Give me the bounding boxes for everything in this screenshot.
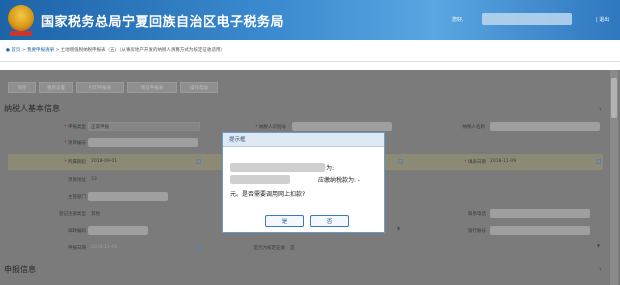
- user-greeting: 您好,: [452, 17, 464, 23]
- declare-date-value: 2018-11-09: [91, 245, 118, 250]
- phone-redacted: [490, 209, 590, 218]
- confirm-no-button[interactable]: 否: [310, 215, 349, 227]
- taxpayer-id-redacted: [292, 122, 392, 131]
- breadcrumb-current: 土地增值税纳税申报表（五）（从事房地产开发的纳税人清算方式为核定征收适用）: [60, 48, 225, 53]
- reg-type-label: 登记注册类型: [59, 212, 86, 217]
- taxpayer-name-label: 纳税人名称: [462, 125, 486, 130]
- dept-label: 主管部门: [68, 195, 86, 200]
- section-taxpayer-title: 纳税人基本信息: [4, 104, 60, 113]
- chevron-down-icon[interactable]: ∨: [599, 106, 602, 111]
- site-header: 国家税务总局宁夏回族自治区电子税务局 您好, | 退出: [0, 0, 620, 40]
- calendar-icon[interactable]: [596, 159, 601, 164]
- taxpayer-id-label: 纳税人识别号: [238, 124, 286, 130]
- preview-button[interactable]: 预览申报表: [127, 82, 177, 93]
- dept-redacted: [88, 192, 168, 201]
- period-end-value[interactable]: 2018-11-09: [490, 159, 516, 164]
- section-declare-title: 申报信息: [4, 265, 36, 274]
- page-scrollbar[interactable]: [610, 70, 618, 285]
- bank-redacted: [490, 226, 590, 235]
- user-name-redacted: [482, 13, 572, 25]
- postal-label: 邮政编码: [68, 229, 86, 234]
- reset-button[interactable]: 重新设置: [39, 82, 73, 93]
- tax-emblem-icon: [8, 5, 34, 31]
- site-title: 国家税务总局宁夏回族自治区电子税务局: [41, 15, 285, 30]
- declare-type-value: 正常申报: [91, 125, 109, 130]
- project-no-label: 项目编号: [40, 140, 86, 146]
- is-simple-label: 是否为核定征收: [253, 246, 286, 251]
- amount-redacted: [230, 175, 290, 184]
- phone-label: 联系电话: [468, 212, 486, 217]
- chevron-down-icon[interactable]: ▼: [597, 243, 600, 248]
- save-button[interactable]: 保存: [8, 82, 36, 93]
- home-icon: ●: [6, 48, 10, 53]
- project-addr-value[interactable]: 23: [91, 177, 97, 182]
- period-end-label: 填表日期: [438, 159, 486, 165]
- breadcrumb: ● 首页 > 我要申报清册 > 土地增值税纳税申报表（五）（从事房地产开发的纳税…: [0, 40, 620, 62]
- serial-number-redacted: [230, 163, 325, 172]
- declare-type-label: 申报类型: [40, 124, 86, 130]
- bank-label: 银行账号: [468, 229, 486, 234]
- help-button[interactable]: 操作帮助: [180, 82, 218, 93]
- confirm-dialog: 提示框 申报成功，当前纳税人申报凭证序号为: 应缴纳税款为: - 元。是否需要调…: [222, 132, 385, 233]
- reg-type-value[interactable]: 其他: [91, 211, 100, 217]
- period-start-value[interactable]: 2018-09-01: [91, 159, 117, 164]
- period-start-label: 所属期起: [40, 159, 86, 165]
- logout-link[interactable]: | 退出: [596, 16, 609, 23]
- confirm-yes-button[interactable]: 是: [265, 215, 304, 227]
- taxpayer-name-redacted: [490, 122, 600, 131]
- breadcrumb-home[interactable]: 首页: [11, 48, 20, 53]
- calendar-icon[interactable]: [398, 159, 403, 164]
- chevron-down-icon[interactable]: ▼: [397, 226, 400, 231]
- is-simple-value[interactable]: 是: [290, 245, 295, 251]
- declare-date-label: 申报日期: [68, 246, 86, 251]
- dialog-title: 提示框: [223, 133, 384, 147]
- project-no-redacted: [88, 138, 198, 147]
- calendar-icon[interactable]: [196, 159, 201, 164]
- print-button[interactable]: 打印申报表: [76, 82, 124, 93]
- dialog-message-line3: 元。是否需要调用网上扣款?: [230, 191, 306, 198]
- tax-emblem-ribbon: [10, 31, 32, 36]
- postal-redacted: [88, 226, 148, 235]
- scrollbar-thumb[interactable]: [611, 78, 617, 118]
- calendar-icon[interactable]: [196, 245, 201, 250]
- chevron-down-icon[interactable]: ∨: [599, 266, 602, 271]
- breadcrumb-level1[interactable]: 我要申报清册: [27, 48, 54, 53]
- dialog-message-line2: 应缴纳税款为: -: [318, 177, 361, 184]
- project-addr-label: 项目地址: [68, 178, 86, 183]
